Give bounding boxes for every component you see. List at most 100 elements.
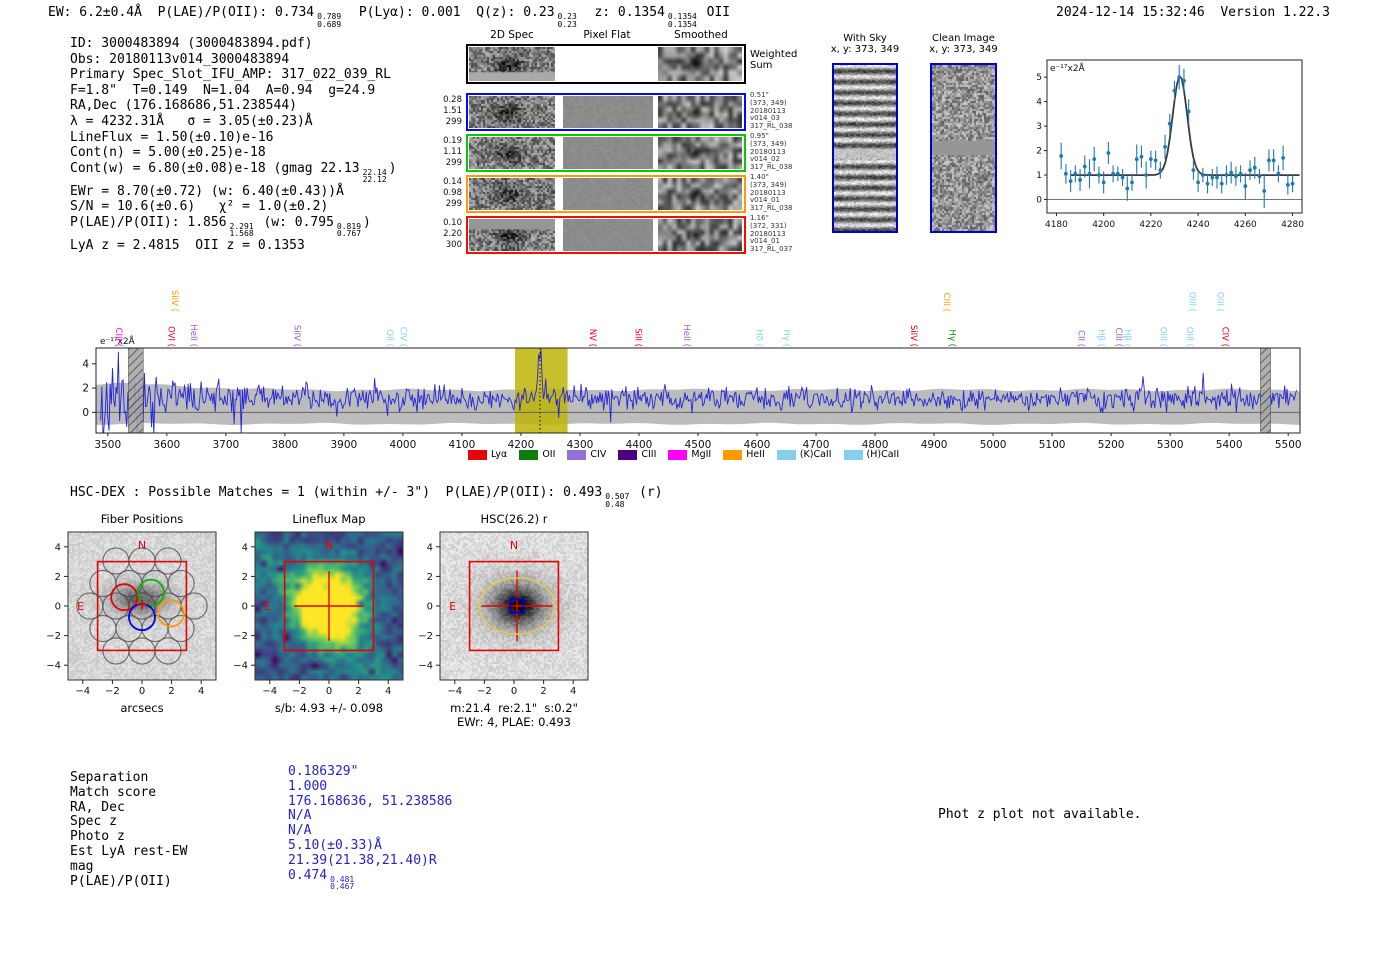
fiber-positions-overlay: −4−4−2−2002244NE <box>46 531 217 697</box>
pixel-flat-image <box>563 178 653 210</box>
svg-text:3700: 3700 <box>212 439 239 451</box>
uncertainty-range: 0.1354 0.1354 <box>668 13 697 28</box>
right-label-line: 317_RL_038 <box>750 122 793 131</box>
svg-text:0: 0 <box>1036 196 1042 206</box>
lineflux-map: Lineflux Map −4 −4 −2 −2 0 0 2 2 4 4 N Es/b: 4.93 +/… <box>223 510 435 730</box>
svg-text:4000: 4000 <box>390 439 417 451</box>
match-value-text: 21.39(21.38,21.40)R <box>288 852 437 868</box>
spec2d-noise-image <box>469 96 555 128</box>
spec2d-left-label: 0.10 2.20 300 <box>434 218 462 251</box>
spectrum-legend: Lyα OII CIV CIII MgII HeII (K)CaII (H)CaII <box>468 449 899 460</box>
legend-item: (H)CaII <box>843 449 899 460</box>
legend-swatch <box>618 449 638 460</box>
svg-text:4280: 4280 <box>1281 220 1304 230</box>
svg-text:5500: 5500 <box>1275 439 1302 451</box>
svg-text:4: 4 <box>427 542 433 553</box>
match-table-value: 21.39(21.38,21.40)R <box>288 852 452 869</box>
svg-text:3600: 3600 <box>153 439 180 451</box>
match-table-label: RA, Dec <box>70 799 125 815</box>
line-label-OIII: OIII ( <box>1184 327 1194 347</box>
left-label-line: 1.11 <box>443 147 462 157</box>
text-segment: Primary Spec_Slot_IFU_AMP: 317_022_039_R… <box>70 67 391 83</box>
svg-text:2: 2 <box>55 572 61 583</box>
masked-band <box>1260 347 1271 434</box>
line-label-Hβ: Hβ ( <box>1122 329 1132 347</box>
text-segment: Cont(n) = 5.00(±0.25)e-18 <box>70 145 266 161</box>
info-line: LineFlux = 1.50(±0.10)e-16 <box>70 130 397 146</box>
info-line: Cont(w) = 6.80(±0.08)e-18 (gmag 22.13 22.… <box>70 161 397 184</box>
legend-swatch <box>668 449 688 460</box>
info-line: P(LAE)/P(OII): 1.856 2.291 1.568 (w: 0.795… <box>70 215 397 238</box>
hsc-dex-match-line: HSC-DEX : Possible Matches = 1 (within +… <box>70 485 663 508</box>
full-spectrum-plot: 3500 3600 3700 3800 3900 4000 4100 4200 4300 4400… <box>60 265 1350 465</box>
spec2d-noise-image <box>469 219 555 251</box>
svg-text:4200: 4200 <box>1092 220 1115 230</box>
smoothed-image <box>658 178 742 210</box>
uncertainty-range: 0.507 0.48 <box>605 493 629 508</box>
sky-panel-title: Clean Image x, y: 373, 349 <box>905 33 1022 55</box>
spec2d-row <box>466 93 746 131</box>
svg-text:2: 2 <box>1036 147 1042 157</box>
spec2d-header-pixelflat: Pixel Flat <box>583 29 631 41</box>
match-table-label: Separation <box>70 770 149 785</box>
uncertainty-range: 0.481 0.467 <box>330 875 354 891</box>
match-table-value: 0.186329" <box>288 764 452 780</box>
lower-bound: 0.23 <box>557 19 577 29</box>
line-label-OIII: OIII ( <box>1158 327 1168 347</box>
smoothed-image <box>658 47 742 81</box>
uncertainty-range: 0.819 0.767 <box>337 223 361 238</box>
spec2d-left-label: 0.19 1.11 299 <box>434 136 462 169</box>
text-segment: P(LAE)/P(OII): 1.856 <box>70 214 227 230</box>
line-label-CIII: CIII ( <box>1113 328 1123 347</box>
legend-label: OII <box>542 449 556 460</box>
svg-text:5200: 5200 <box>1098 439 1125 451</box>
svg-text:0: 0 <box>427 602 433 613</box>
highlight-fiber-circle <box>156 599 185 628</box>
line-label-HeII: HeII ( <box>681 324 691 347</box>
with-sky-panel <box>832 63 898 233</box>
left-label-line: 0.28 <box>443 95 462 105</box>
pixel-flat-image <box>563 137 653 169</box>
text-segment: LineFlux = 1.50(±0.10)e-16 <box>70 129 274 145</box>
match-table-value: N/A <box>288 823 452 839</box>
legend-swatch <box>519 449 539 460</box>
north-label: N <box>138 539 146 552</box>
line-label-OIII: OIII ( <box>1214 292 1224 312</box>
legend-item: CIII <box>618 449 656 460</box>
svg-text:4: 4 <box>82 358 89 370</box>
match-value-text: 1.000 <box>288 778 328 794</box>
flux-units-label: e⁻¹⁷x2Å <box>1050 62 1086 74</box>
text-segment: S/N = 10.6(±0.6) χ² = 1.0(±0.2) <box>70 199 329 215</box>
svg-text:−2: −2 <box>292 686 307 697</box>
svg-text:4220: 4220 <box>1139 220 1162 230</box>
hsc-cutout: HSC(26.2) r −4 −4 −2 −2 0 0 2 2 4 4 N Em:21.4 re:2.1… <box>408 510 620 730</box>
gaussian-fit-curve <box>1070 74 1300 176</box>
info-line: EWr = 8.70(±0.72) (w: 6.40(±0.43))Å <box>70 184 397 200</box>
spec2d-left-label: 0.14 0.98 299 <box>434 177 462 210</box>
spec2d-right-label: 0.51" (373, 349) 20180113 v014_03 317_RL_038 <box>750 91 793 131</box>
match-table-value: 0.474 0.481 0.467 <box>288 867 452 891</box>
hsc-cutout-caption: m:21.4 re:2.1" s:0.2" <box>450 701 578 715</box>
fiber-circle <box>167 569 195 598</box>
svg-text:0: 0 <box>511 686 517 697</box>
fiber-positions: Fiber Positions −4 −4 −2 −2 0 0 2 2 4 4 N Earcsecs <box>36 510 248 730</box>
left-label-line: 1.51 <box>443 106 462 116</box>
svg-text:−4: −4 <box>233 661 248 672</box>
svg-text:0: 0 <box>326 686 332 697</box>
svg-text:−2: −2 <box>418 631 433 642</box>
smoothed-image <box>658 137 742 169</box>
svg-text:−2: −2 <box>477 686 492 697</box>
svg-text:2: 2 <box>355 686 361 697</box>
spec2d-header-2dspec: 2D Spec <box>490 29 534 41</box>
line-label-OVI: OVI ( <box>166 326 176 347</box>
match-table-value: 176.168636, 51.238586 <box>288 794 452 810</box>
match-value-text: 0.474 <box>288 867 328 883</box>
svg-text:2: 2 <box>242 572 248 583</box>
info-line: RA,Dec (176.168686,51.238544) <box>70 98 397 114</box>
line-label-CIV: CIV ( <box>1220 327 1230 347</box>
fiber-positions-caption: arcsecs <box>120 701 164 715</box>
timestamp-version: 2024-12-14 15:32:46 Version 1.22.3 <box>1056 5 1330 20</box>
left-label-line: 299 <box>445 158 462 168</box>
line-label-SiIV: SiIV ( <box>169 290 179 312</box>
svg-text:5000: 5000 <box>980 439 1007 451</box>
